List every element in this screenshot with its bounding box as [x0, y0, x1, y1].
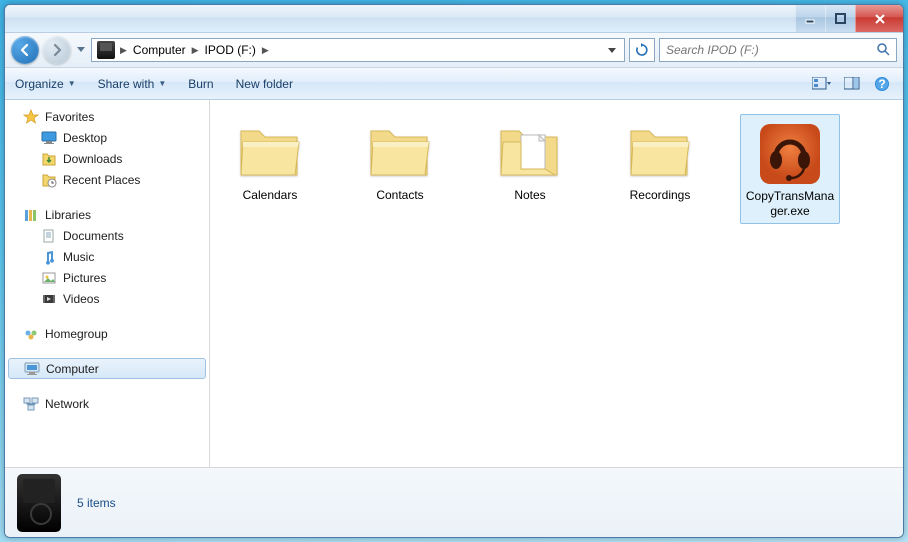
close-button[interactable]	[855, 5, 903, 32]
drive-icon	[97, 41, 115, 59]
sidebar-label: Downloads	[63, 152, 122, 166]
sidebar-homegroup[interactable]: Homegroup	[5, 323, 209, 344]
view-options-button[interactable]	[811, 74, 833, 94]
nav-bar: ▶ Computer ▶ IPOD (F:) ▶	[5, 33, 903, 68]
share-label: Share with	[98, 77, 155, 91]
file-label: Contacts	[376, 188, 423, 203]
sidebar-music[interactable]: Music	[5, 246, 209, 267]
sidebar-label: Documents	[63, 229, 124, 243]
sidebar-computer[interactable]: Computer	[8, 358, 206, 379]
folder-icon	[365, 118, 435, 188]
music-icon	[41, 249, 57, 265]
chevron-right-icon[interactable]: ▶	[120, 45, 127, 56]
svg-text:?: ?	[878, 77, 885, 91]
folder-recordings[interactable]: Recordings	[610, 114, 710, 224]
breadcrumb-computer[interactable]: Computer	[129, 41, 190, 59]
star-icon	[23, 109, 39, 125]
pictures-icon	[41, 270, 57, 286]
sidebar-favorites[interactable]: Favorites	[5, 106, 209, 127]
sidebar-label: Videos	[63, 292, 99, 306]
address-dropdown[interactable]	[602, 43, 622, 57]
breadcrumb-ipod[interactable]: IPOD (F:)	[201, 41, 260, 59]
sidebar-recent[interactable]: Recent Places	[5, 169, 209, 190]
folder-icon	[495, 118, 565, 188]
sidebar-label: Music	[63, 250, 94, 264]
sidebar-desktop[interactable]: Desktop	[5, 127, 209, 148]
sidebar-label: Network	[45, 397, 89, 411]
libraries-icon	[23, 207, 39, 223]
sidebar-label: Libraries	[45, 208, 91, 222]
sidebar-pictures[interactable]: Pictures	[5, 267, 209, 288]
recent-icon	[41, 172, 57, 188]
share-menu[interactable]: Share with▼	[98, 77, 167, 91]
address-bar[interactable]: ▶ Computer ▶ IPOD (F:) ▶	[91, 38, 625, 62]
sidebar-label: Homegroup	[45, 327, 108, 341]
sidebar-documents[interactable]: Documents	[5, 225, 209, 246]
chevron-right-icon[interactable]: ▶	[262, 45, 269, 56]
documents-icon	[41, 228, 57, 244]
organize-label: Organize	[15, 77, 64, 91]
sidebar-label: Computer	[46, 362, 99, 376]
file-list[interactable]: Calendars Contacts Notes Recordings Copy…	[210, 100, 903, 467]
homegroup-icon	[23, 326, 39, 342]
file-label: CopyTransManager.exe	[745, 189, 835, 219]
file-copytransmanager[interactable]: CopyTransManager.exe	[740, 114, 840, 224]
sidebar-label: Pictures	[63, 271, 106, 285]
burn-button[interactable]: Burn	[188, 77, 213, 91]
refresh-button[interactable]	[629, 38, 655, 62]
sidebar-downloads[interactable]: Downloads	[5, 148, 209, 169]
sidebar-videos[interactable]: Videos	[5, 288, 209, 309]
minimize-button[interactable]	[795, 5, 825, 32]
ipod-icon	[17, 474, 61, 532]
downloads-icon	[41, 151, 57, 167]
newfolder-button[interactable]: New folder	[236, 77, 293, 91]
folder-notes[interactable]: Notes	[480, 114, 580, 224]
toolbar: Organize▼ Share with▼ Burn New folder ?	[5, 68, 903, 100]
sidebar-label: Favorites	[45, 110, 94, 124]
newfolder-label: New folder	[236, 77, 293, 91]
videos-icon	[41, 291, 57, 307]
folder-contacts[interactable]: Contacts	[350, 114, 450, 224]
back-button[interactable]	[11, 36, 39, 64]
preview-pane-button[interactable]	[841, 74, 863, 94]
organize-menu[interactable]: Organize▼	[15, 77, 76, 91]
sidebar-label: Recent Places	[63, 173, 140, 187]
details-pane: 5 items	[5, 467, 903, 537]
sidebar-label: Desktop	[63, 131, 107, 145]
history-dropdown[interactable]	[75, 40, 87, 60]
file-label: Calendars	[243, 188, 298, 203]
sidebar-network[interactable]: Network	[5, 393, 209, 414]
search-icon[interactable]	[876, 42, 890, 59]
forward-button[interactable]	[43, 36, 71, 64]
titlebar[interactable]	[5, 5, 903, 33]
file-label: Notes	[514, 188, 545, 203]
folder-icon	[625, 118, 695, 188]
folder-calendars[interactable]: Calendars	[220, 114, 320, 224]
computer-icon	[24, 361, 40, 377]
app-icon	[755, 119, 825, 189]
sidebar-libraries[interactable]: Libraries	[5, 204, 209, 225]
network-icon	[23, 396, 39, 412]
chevron-right-icon[interactable]: ▶	[192, 45, 199, 56]
search-box[interactable]	[659, 38, 897, 62]
navigation-pane: Favorites Desktop Downloads Recent Place…	[5, 100, 210, 467]
desktop-icon	[41, 130, 57, 146]
item-count: 5 items	[77, 496, 116, 510]
explorer-window: ▶ Computer ▶ IPOD (F:) ▶ Organize▼ Share…	[4, 4, 904, 538]
folder-icon	[235, 118, 305, 188]
search-input[interactable]	[666, 43, 876, 57]
burn-label: Burn	[188, 77, 213, 91]
maximize-button[interactable]	[825, 5, 855, 32]
file-label: Recordings	[630, 188, 691, 203]
help-button[interactable]: ?	[871, 74, 893, 94]
